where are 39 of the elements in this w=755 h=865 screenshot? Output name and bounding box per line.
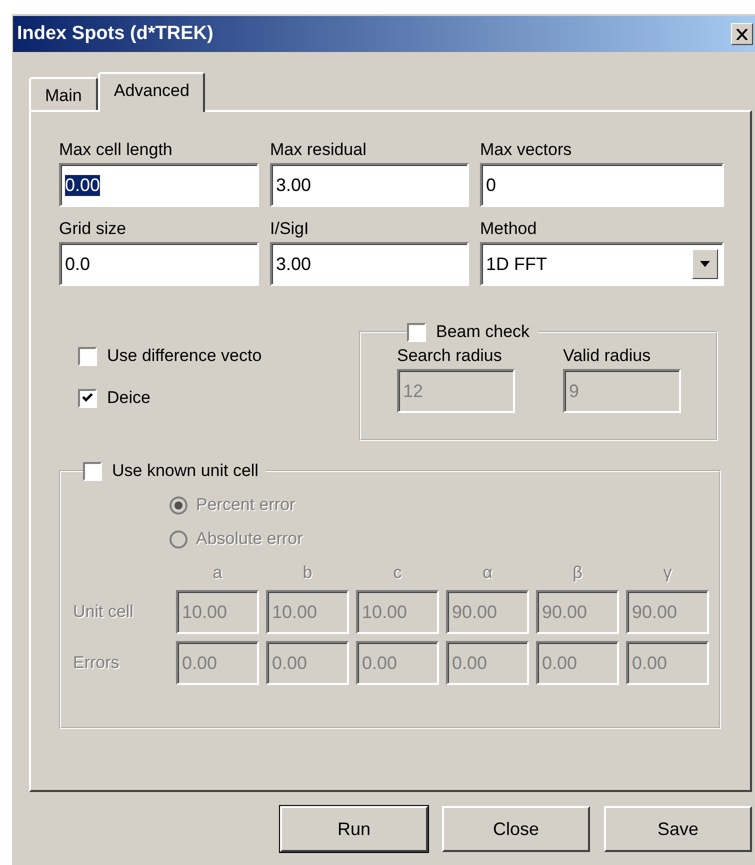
tab[interactable]: Main (29, 77, 98, 110)
field-label: I/SigI (270, 219, 310, 239)
row-label: Unit cell (73, 602, 134, 622)
row-label: Errors (73, 653, 120, 673)
checkbox[interactable] (78, 346, 97, 366)
field-label: Max residual (270, 140, 368, 160)
tab[interactable]: Advanced (98, 72, 206, 112)
checkbox-label: Use known unit cell (112, 461, 258, 481)
column-header: a (212, 563, 224, 583)
radio-label: Percent error (196, 495, 296, 515)
input-field[interactable]: 0.00 (59, 163, 259, 207)
input-field[interactable]: 0 (480, 163, 724, 207)
radio-label: Absolute error (196, 529, 303, 549)
field-label: Search radius (397, 346, 503, 366)
column-header: γ (662, 563, 673, 583)
column-header: c (392, 563, 403, 583)
close-icon (736, 28, 748, 40)
checkbox-label: Use difference vecto (107, 346, 262, 366)
check-icon (82, 393, 93, 403)
checkbox[interactable] (78, 388, 97, 408)
field-label: Max cell length (59, 140, 174, 160)
input-field[interactable]: 3.00 (270, 242, 469, 286)
checkbox-label: Beam check (436, 322, 530, 342)
input-field[interactable]: 3.00 (270, 163, 469, 207)
dialog-button[interactable]: Save (604, 806, 752, 852)
column-header: b (302, 563, 314, 583)
column-header: α (482, 563, 494, 583)
field-label: Grid size (59, 219, 128, 239)
field-label: Max vectors (480, 140, 573, 160)
close-button[interactable] (731, 23, 753, 45)
field-label: Valid radius (563, 346, 652, 366)
method-dropdown[interactable]: 1D FFT (480, 242, 724, 286)
column-header: β (572, 563, 584, 583)
field-label: Method (480, 219, 538, 239)
dialog-button[interactable]: Run (280, 806, 428, 852)
dialog-button[interactable]: Close (442, 806, 590, 852)
input-field[interactable]: 0.0 (59, 242, 259, 286)
checkbox-label: Deice (107, 388, 150, 408)
window-title: Index Spots (d*TREK) (17, 23, 214, 45)
